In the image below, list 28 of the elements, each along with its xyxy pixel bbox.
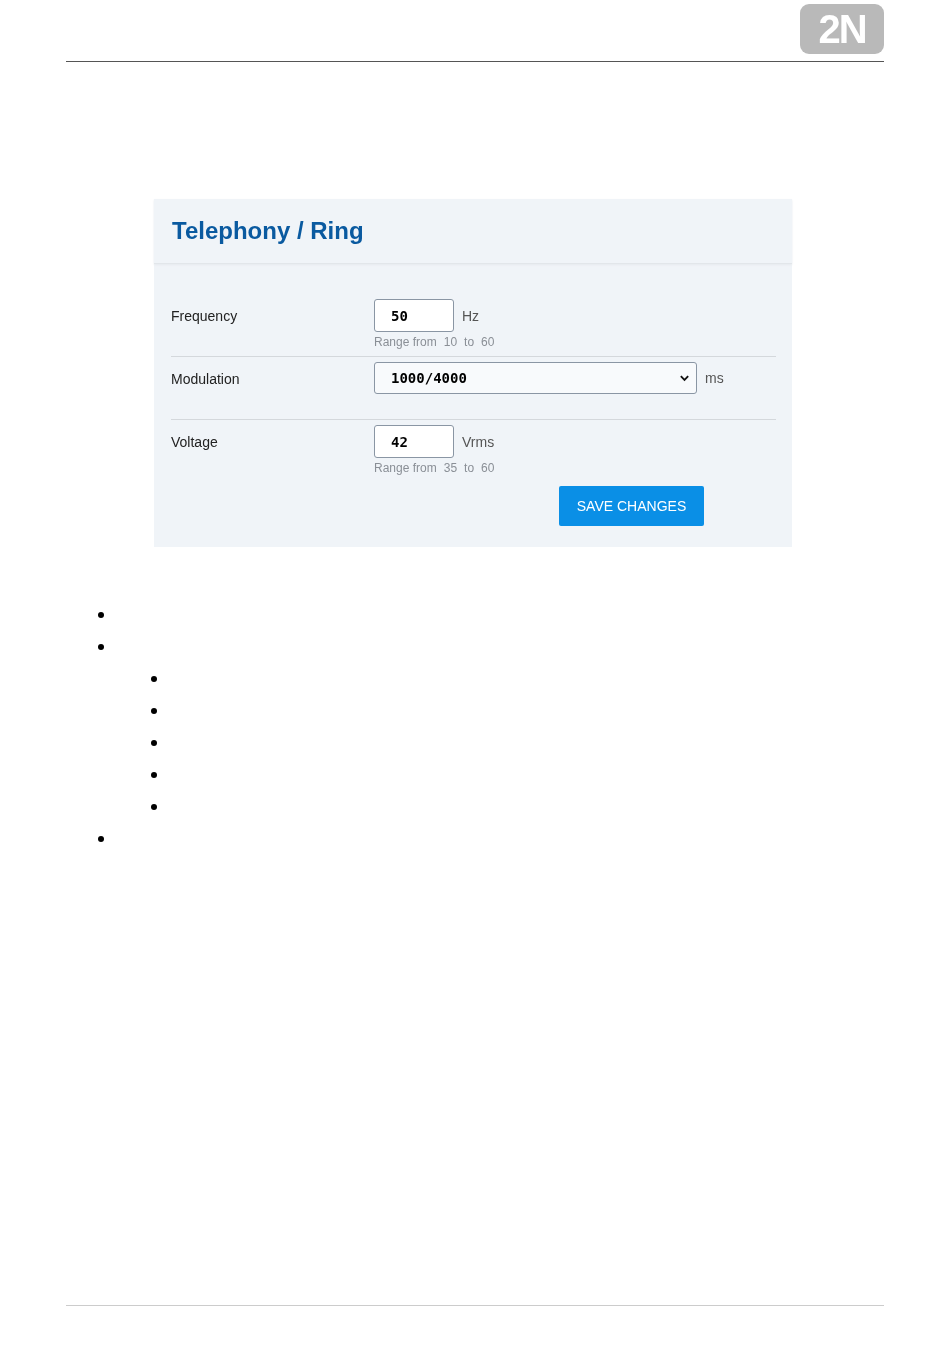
bullet-icon: [151, 708, 157, 714]
range-min: 10: [443, 335, 458, 349]
field-label: Voltage: [171, 433, 219, 452]
unit-label: Vrms: [462, 433, 495, 450]
range-hint: to: [464, 461, 475, 475]
panel-title: Telephony / Ring: [172, 217, 364, 245]
range-min: 35: [443, 461, 458, 475]
bullet-icon: [98, 836, 104, 842]
number-field[interactable]: 50: [374, 299, 454, 332]
range-hint: Range from: [374, 335, 437, 349]
field-label: Modulation: [171, 370, 241, 389]
unit-label: ms: [705, 370, 724, 386]
bullet-icon: [98, 612, 104, 618]
range-max: 60: [481, 461, 495, 475]
logo: 2N: [800, 4, 884, 54]
bullet-icon: [151, 772, 157, 778]
bullet-icon: [151, 804, 157, 810]
bullet-icon: [151, 676, 157, 682]
number-field[interactable]: 42: [374, 425, 454, 458]
unit-label: Hz: [462, 307, 480, 324]
range-hint: to: [464, 335, 475, 349]
bullet-icon: [98, 644, 104, 650]
range-hint: Range from: [374, 461, 437, 475]
range-max: 60: [481, 335, 495, 349]
bullet-icon: [151, 740, 157, 746]
dropdown[interactable]: 1000/4000: [374, 362, 697, 394]
field-label: Frequency: [171, 307, 239, 326]
chevron-down-icon: [679, 374, 690, 382]
